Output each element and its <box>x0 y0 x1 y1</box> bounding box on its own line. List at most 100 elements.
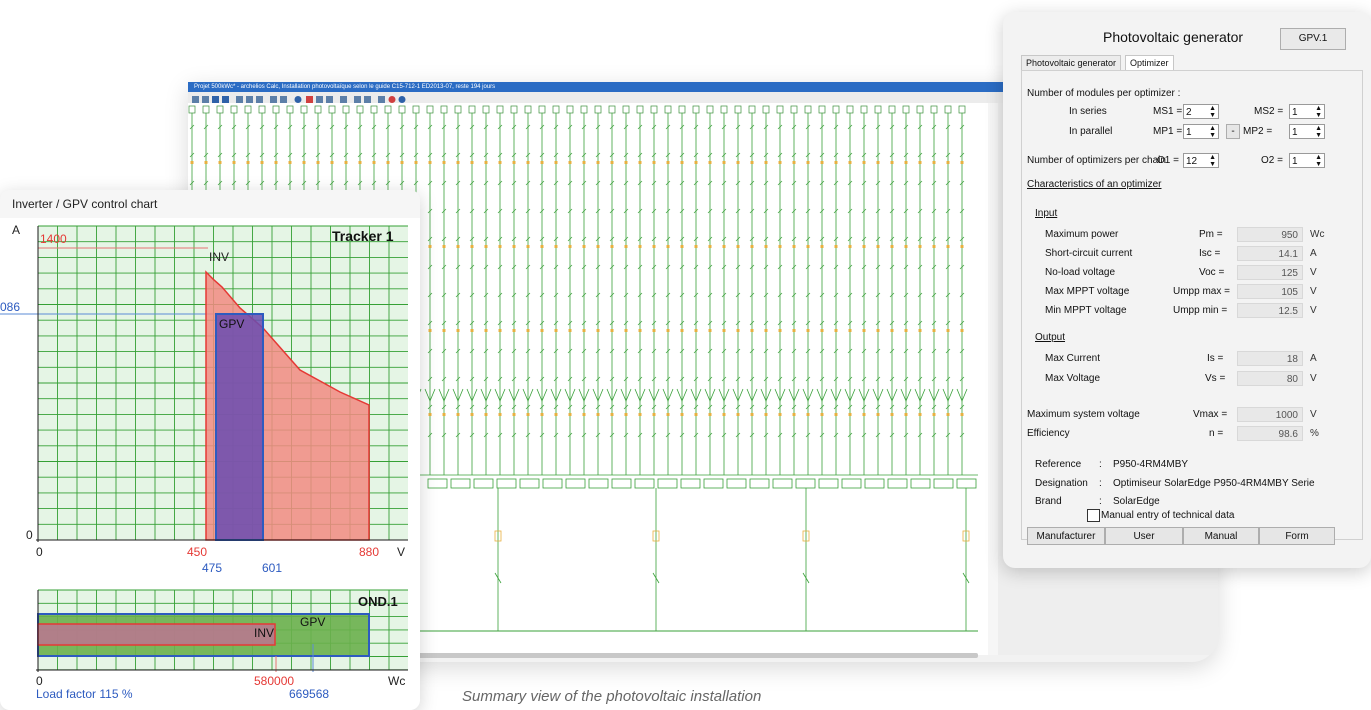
fuse-mark <box>918 161 922 164</box>
fuse-mark <box>470 245 474 248</box>
row-symbol: Isc = <box>1199 248 1221 259</box>
junction-box <box>634 478 655 489</box>
tab-photovoltaic-generator[interactable]: Photovoltaic generator <box>1021 55 1122 71</box>
generator-id-button[interactable]: GPV.1 <box>1280 28 1346 50</box>
fuse-mark <box>918 329 922 332</box>
link-parallel-button[interactable]: - <box>1226 124 1240 139</box>
fuse-mark <box>708 329 712 332</box>
fuse-mark <box>722 161 726 164</box>
ms2-stepper[interactable]: 1 ▲ ▼ <box>1289 104 1325 119</box>
module-box <box>650 105 658 114</box>
o1-label: O1 = <box>1157 155 1179 166</box>
fuse-mark <box>568 161 572 164</box>
fuse-mark <box>596 161 600 164</box>
junction-box <box>749 478 770 489</box>
brand-value: SolarEdge <box>1113 496 1160 507</box>
fuse-mark <box>582 161 586 164</box>
module-box <box>496 105 504 114</box>
manufacturer-button[interactable]: Manufacturer <box>1027 527 1105 545</box>
fuse-mark <box>540 329 544 332</box>
fuse-mark <box>568 245 572 248</box>
tab-optimizer[interactable]: Optimizer <box>1125 55 1174 71</box>
modules-heading: Number of modules per optimizer : <box>1027 88 1181 99</box>
module-box <box>314 105 322 114</box>
user-button[interactable]: User <box>1105 527 1183 545</box>
module-box <box>818 105 826 114</box>
junction-box <box>657 478 678 489</box>
row-symbol: Umpp max = <box>1173 286 1230 297</box>
module-box <box>300 105 308 114</box>
fuse-mark <box>750 245 754 248</box>
form-button[interactable]: Form <box>1259 527 1335 545</box>
row-unit: V <box>1310 305 1317 316</box>
max-voltage-value: 80 <box>1237 371 1303 386</box>
fuse-mark <box>820 329 824 332</box>
row-unit: V <box>1310 267 1317 278</box>
module-box <box>398 105 406 114</box>
o1-stepper[interactable]: 12 ▲ ▼ <box>1183 153 1219 168</box>
module-box <box>384 105 392 114</box>
fuse-mark <box>834 245 838 248</box>
fuse-mark <box>498 329 502 332</box>
module-box <box>286 105 294 114</box>
schematic-vertical-scrollbar[interactable] <box>988 103 998 655</box>
fuse-mark <box>512 329 516 332</box>
fuse-mark <box>624 161 628 164</box>
fuse-mark <box>302 161 306 164</box>
fuse-mark <box>582 413 586 416</box>
mp2-stepper[interactable]: 1 ▲ ▼ <box>1289 124 1325 139</box>
o2-value: 1 <box>1292 156 1298 167</box>
fuse-mark <box>694 329 698 332</box>
fuse-mark <box>792 329 796 332</box>
schematic-horizontal-scrollbar[interactable] <box>418 653 978 658</box>
fuse-mark <box>652 329 656 332</box>
manual-entry-checkbox[interactable] <box>1087 509 1100 522</box>
fuse-mark <box>610 245 614 248</box>
fuse-mark <box>834 413 838 416</box>
junction-box <box>519 478 540 489</box>
fuse-mark <box>540 413 544 416</box>
fuse-mark <box>848 245 852 248</box>
mp1-stepper[interactable]: 1 ▲ ▼ <box>1183 124 1219 139</box>
manual-entry-label: Manual entry of technical data <box>1101 510 1235 521</box>
junction-box <box>818 478 839 489</box>
row-label: No-load voltage <box>1045 267 1116 278</box>
colon: : <box>1099 459 1102 470</box>
fuse-mark <box>442 161 446 164</box>
fuse-mark <box>792 413 796 416</box>
inverter-title: OND.1 <box>358 594 398 609</box>
module-box <box>916 105 924 114</box>
fuse-mark <box>806 245 810 248</box>
fuse-mark <box>260 161 264 164</box>
pv-generator-dialog: Photovoltaic generator GPV.1 Photovoltai… <box>1003 12 1371 568</box>
fuse-mark <box>946 413 950 416</box>
fuse-mark <box>778 413 782 416</box>
tracker-x-axis-label: V <box>397 545 406 559</box>
junction-box <box>450 478 471 489</box>
fuse-mark <box>876 161 880 164</box>
fuse-mark <box>582 245 586 248</box>
fuse-mark <box>442 329 446 332</box>
o2-stepper[interactable]: 1 ▲ ▼ <box>1289 153 1325 168</box>
fuse-mark <box>274 161 278 164</box>
in-series-label: In series <box>1069 106 1107 117</box>
fuse-mark <box>764 413 768 416</box>
manual-button[interactable]: Manual <box>1183 527 1259 545</box>
fuse-mark <box>750 329 754 332</box>
load-factor: Load factor 115 % <box>36 687 133 701</box>
fuse-mark <box>694 161 698 164</box>
designation-value: Optimiseur SolarEdge P950-4RM4MBY Serie <box>1113 478 1315 489</box>
fuse-mark <box>652 161 656 164</box>
fuse-mark <box>372 161 376 164</box>
fuse-mark <box>218 161 222 164</box>
fuse-mark <box>792 161 796 164</box>
ms1-stepper[interactable]: 2 ▲ ▼ <box>1183 104 1219 119</box>
fuse-mark <box>904 245 908 248</box>
fuse-mark <box>358 161 362 164</box>
max-power-value: 950 <box>1237 227 1303 242</box>
control-chart-window: Inverter / GPV control chart A 1400 086 … <box>0 190 420 710</box>
stepper-arrows-icon: ▲ ▼ <box>1315 105 1322 119</box>
fuse-mark <box>456 161 460 164</box>
fuse-mark <box>932 329 936 332</box>
fuse-mark <box>638 161 642 164</box>
